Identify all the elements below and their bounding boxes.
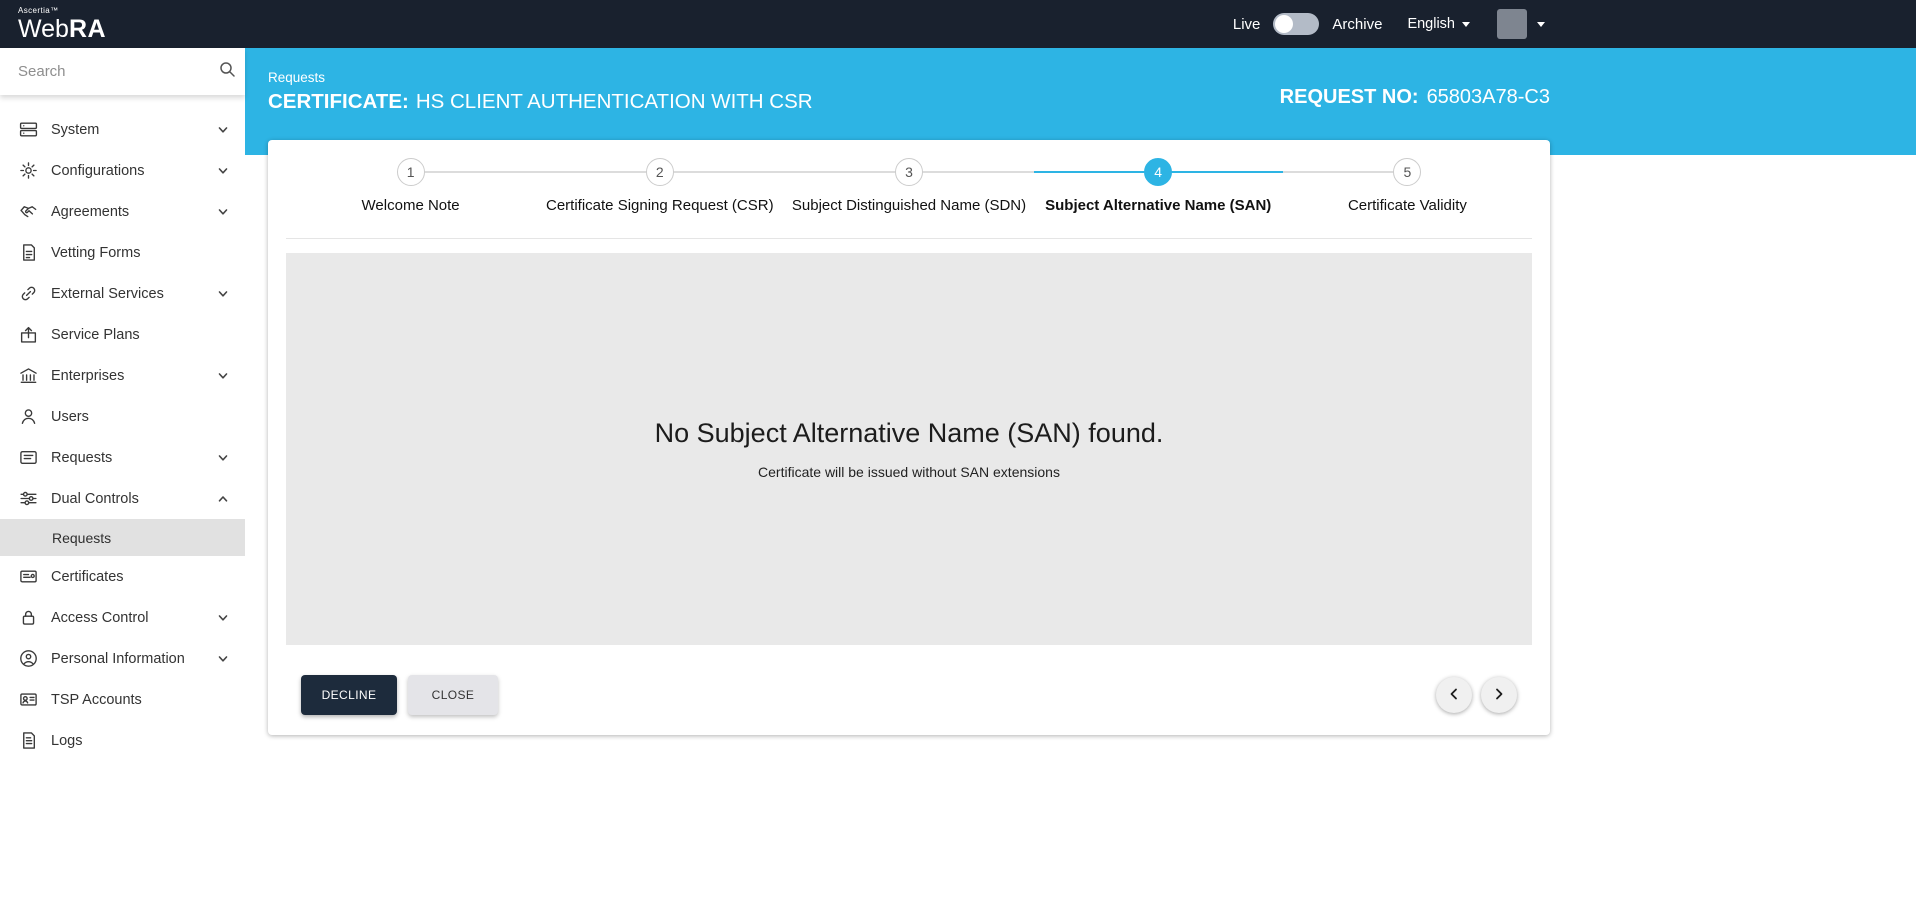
sidebar-item-service-plans[interactable]: Service Plans [0,314,245,355]
step-circle: 2 [645,158,674,186]
brand-main: WebRA [18,14,107,43]
brand-small: Ascertia™ [18,5,59,15]
sidebar-item-access-control[interactable]: Access Control [0,597,245,638]
logs-icon [18,731,38,751]
live-label: Live [1232,15,1261,33]
page-title: CERTIFICATE: HS CLIENT AUTHENTICATION WIT… [268,90,813,114]
chevron-down-icon [217,452,229,464]
page-header-band: Requests CERTIFICATE: HS CLIENT AUTHENTIC… [245,48,1916,155]
agreements-icon [18,202,38,222]
sidebar-item-external-services[interactable]: External Services [0,273,245,314]
step-welcome-note[interactable]: 1 Welcome Note [286,158,535,214]
decline-button[interactable]: DECLINE [301,675,397,715]
step-circle: 1 [396,158,425,186]
app-logo[interactable]: Ascertia™ WebRA [18,5,107,43]
sidebar-subitem-requests[interactable]: Requests [0,519,245,556]
toggle-knob [1275,15,1294,33]
close-button[interactable]: CLOSE [408,675,498,715]
main-content: Requests CERTIFICATE: HS CLIENT AUTHENTIC… [245,48,1916,919]
sidebar-item-enterprises[interactable]: Enterprises [0,355,245,396]
chevron-down-icon [217,288,229,300]
vetting-forms-icon [18,243,38,263]
chevron-down-icon [217,370,229,382]
access-control-icon [18,608,38,628]
sidebar: System Configurations Agreements [0,48,245,919]
empty-state-submessage: Certificate will be issued without SAN e… [758,464,1060,480]
configurations-icon [18,161,38,181]
chevron-right-icon [1492,687,1506,704]
sidebar-item-certificates[interactable]: Certificates [0,556,245,597]
sidebar-search [0,48,245,95]
step-circle: 3 [895,158,923,186]
dual-controls-icon [18,489,38,509]
search-input[interactable] [16,62,219,81]
app-layout: System Configurations Agreements [0,48,1916,919]
sidebar-item-tsp-accounts[interactable]: TSP Accounts [0,679,245,720]
service-plans-icon [18,325,38,345]
topbar-right: Live Archive English [1233,9,1545,39]
topbar: Ascertia™ WebRA Live Archive English [0,0,1916,48]
sidebar-item-agreements[interactable]: Agreements [0,191,245,232]
page-header-left: Requests CERTIFICATE: HS CLIENT AUTHENTIC… [268,70,813,114]
language-selector[interactable]: English [1407,16,1470,32]
chevron-left-icon [1447,687,1461,704]
caret-down-icon [1462,21,1470,27]
personal-information-icon [18,649,38,669]
chevron-down-icon [217,165,229,177]
wizard-stepper: 1 Welcome Note 2 Certificate Signing Req… [286,158,1532,214]
previous-step-button[interactable] [1436,677,1472,713]
sidebar-menu: System Configurations Agreements Vetting… [0,95,245,761]
wizard-card: 1 Welcome Note 2 Certificate Signing Req… [268,140,1550,735]
request-number-value: 65803A78-C3 [1426,86,1550,108]
step-sdn[interactable]: 3 Subject Distinguished Name (SDN) [784,158,1033,214]
request-number-label: REQUEST NO: [1279,86,1419,108]
chevron-down-icon [217,206,229,218]
chevron-down-icon [217,124,229,136]
san-empty-panel: No Subject Alternative Name (SAN) found.… [286,253,1532,645]
certificates-icon [18,567,38,587]
sidebar-item-logs[interactable]: Logs [0,720,245,761]
sidebar-item-dual-controls[interactable]: Dual Controls [0,478,245,519]
user-avatar [1497,9,1527,39]
sidebar-item-system[interactable]: System [0,109,245,150]
step-csr[interactable]: 2 Certificate Signing Request (CSR) [535,158,784,214]
search-icon [219,61,236,83]
sidebar-item-requests[interactable]: Requests [0,437,245,478]
enterprises-icon [18,366,38,386]
title-text: HS CLIENT AUTHENTICATION WITH CSR [415,90,813,113]
external-services-icon [18,284,38,304]
users-icon [18,407,38,427]
request-number: REQUEST NO: 65803A78-C3 [1280,70,1550,114]
stepper-divider [286,238,1532,239]
tsp-accounts-icon [18,690,38,710]
sidebar-item-vetting-forms[interactable]: Vetting Forms [0,232,245,273]
caret-down-icon [1537,21,1545,27]
chevron-up-icon [217,493,229,505]
chevron-down-icon [217,612,229,624]
sidebar-item-users[interactable]: Users [0,396,245,437]
archive-label: Archive [1332,15,1383,33]
sidebar-item-configurations[interactable]: Configurations [0,150,245,191]
wizard-actions: DECLINE CLOSE [286,675,1532,721]
step-circle: 4 [1144,158,1173,186]
step-san[interactable]: 4 Subject Alternative Name (SAN) [1034,158,1283,214]
step-certificate-validity[interactable]: 5 Certificate Validity [1283,158,1532,214]
user-menu[interactable] [1497,9,1545,39]
title-prefix: CERTIFICATE: [268,90,409,113]
breadcrumb[interactable]: Requests [268,70,813,85]
step-circle: 5 [1393,158,1422,186]
live-archive-toggle[interactable] [1273,13,1320,35]
system-icon [18,120,38,140]
step-navigation [1436,677,1517,713]
next-step-button[interactable] [1481,677,1517,713]
language-label: English [1407,16,1455,32]
sidebar-item-personal-information[interactable]: Personal Information [0,638,245,679]
requests-icon [18,448,38,468]
chevron-down-icon [217,653,229,665]
empty-state-message: No Subject Alternative Name (SAN) found. [654,418,1164,448]
